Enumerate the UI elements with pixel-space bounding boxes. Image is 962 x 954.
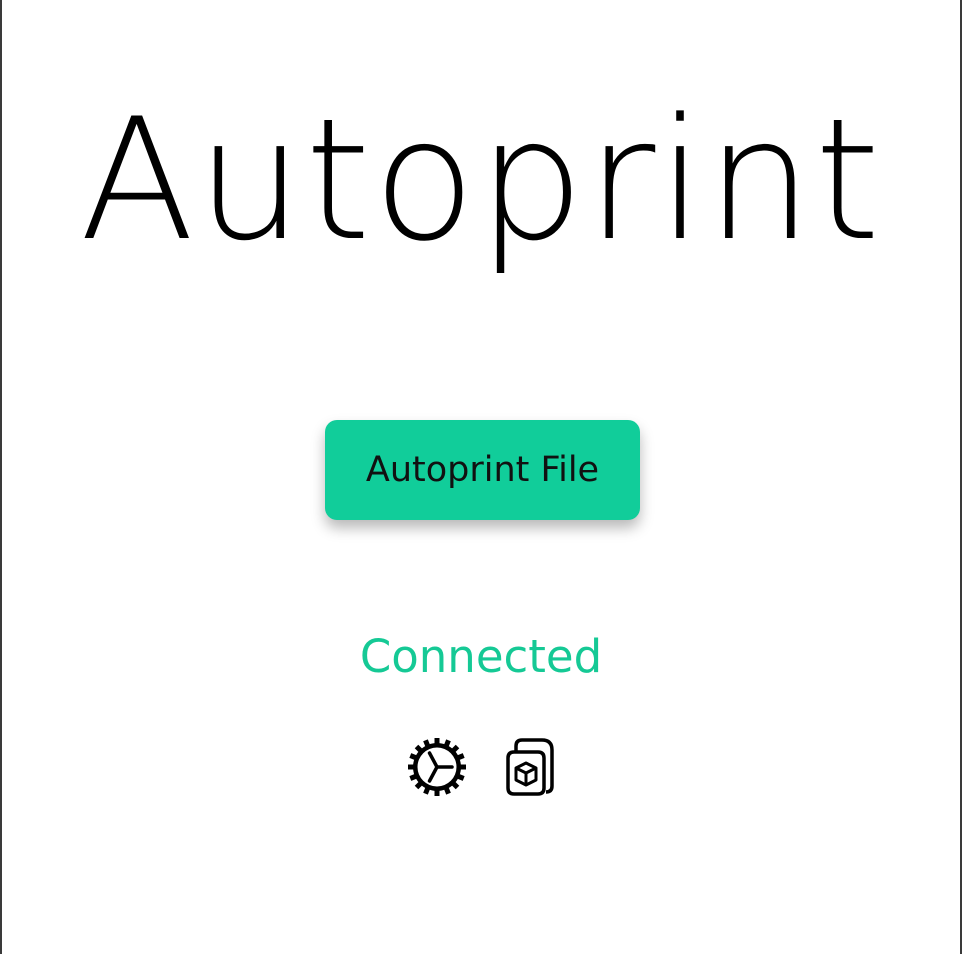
autoprint-file-button[interactable]: Autoprint File	[325, 420, 640, 520]
package-icon	[506, 738, 554, 796]
app-window: Autoprint Autoprint File Connected	[0, 0, 962, 954]
package-button[interactable]	[498, 736, 560, 798]
connection-status: Connected	[359, 630, 603, 683]
settings-button[interactable]	[406, 736, 468, 798]
toolbar	[406, 736, 560, 798]
app-title: Autoprint	[79, 82, 883, 278]
settings-gear-icon	[408, 738, 466, 796]
